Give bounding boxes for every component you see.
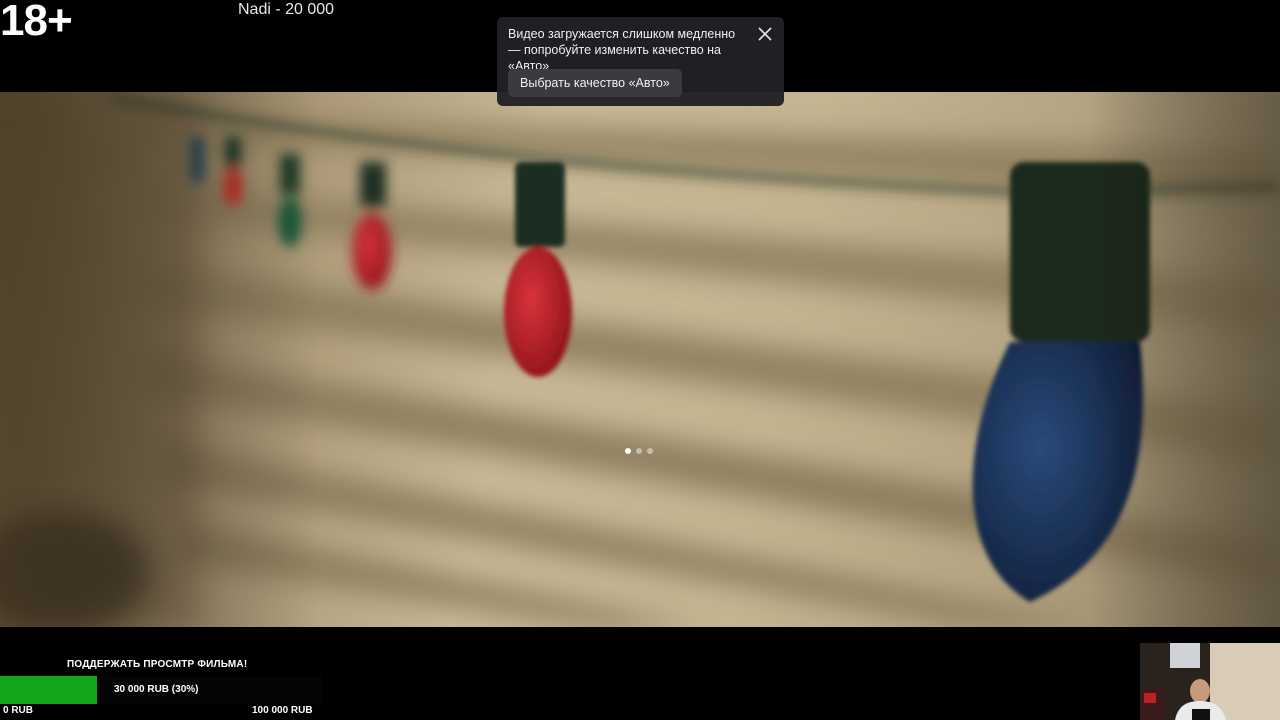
webcam-image xyxy=(1140,643,1280,720)
webcam-overlay xyxy=(1140,643,1280,720)
donation-goal-max: 100 000 RUB xyxy=(252,705,313,716)
loading-dot xyxy=(636,448,642,454)
donation-goal-progress-bar: 30 000 RUB (30%) xyxy=(0,676,322,704)
close-icon[interactable] xyxy=(758,26,772,41)
donation-goal-min: 0 RUB xyxy=(3,705,34,716)
select-auto-quality-button[interactable]: Выбрать качество «Авто» xyxy=(508,69,682,97)
toast-message: Видео загружается слишком медленно — поп… xyxy=(508,27,736,73)
latest-donation-text: Nadi - 20 000 xyxy=(238,1,335,18)
loading-dot xyxy=(647,448,653,454)
age-rating-badge: 18+ xyxy=(0,0,73,45)
stream-screen: 18+ Nadi - 20 000 Видео загружается слиш… xyxy=(0,0,1280,720)
video-scene-image xyxy=(0,92,1280,627)
loading-indicator xyxy=(625,448,653,454)
loading-dot xyxy=(625,448,631,454)
donation-goal-title: ПОДДЕРЖАТЬ ПРОСМТР ФИЛЬМА! xyxy=(67,659,248,670)
donation-goal-amount: 30 000 RUB (30%) xyxy=(114,684,199,695)
quality-suggestion-toast: Видео загружается слишком медленно — поп… xyxy=(497,17,784,106)
video-frame[interactable] xyxy=(0,92,1280,627)
donation-goal-fill xyxy=(0,676,97,704)
